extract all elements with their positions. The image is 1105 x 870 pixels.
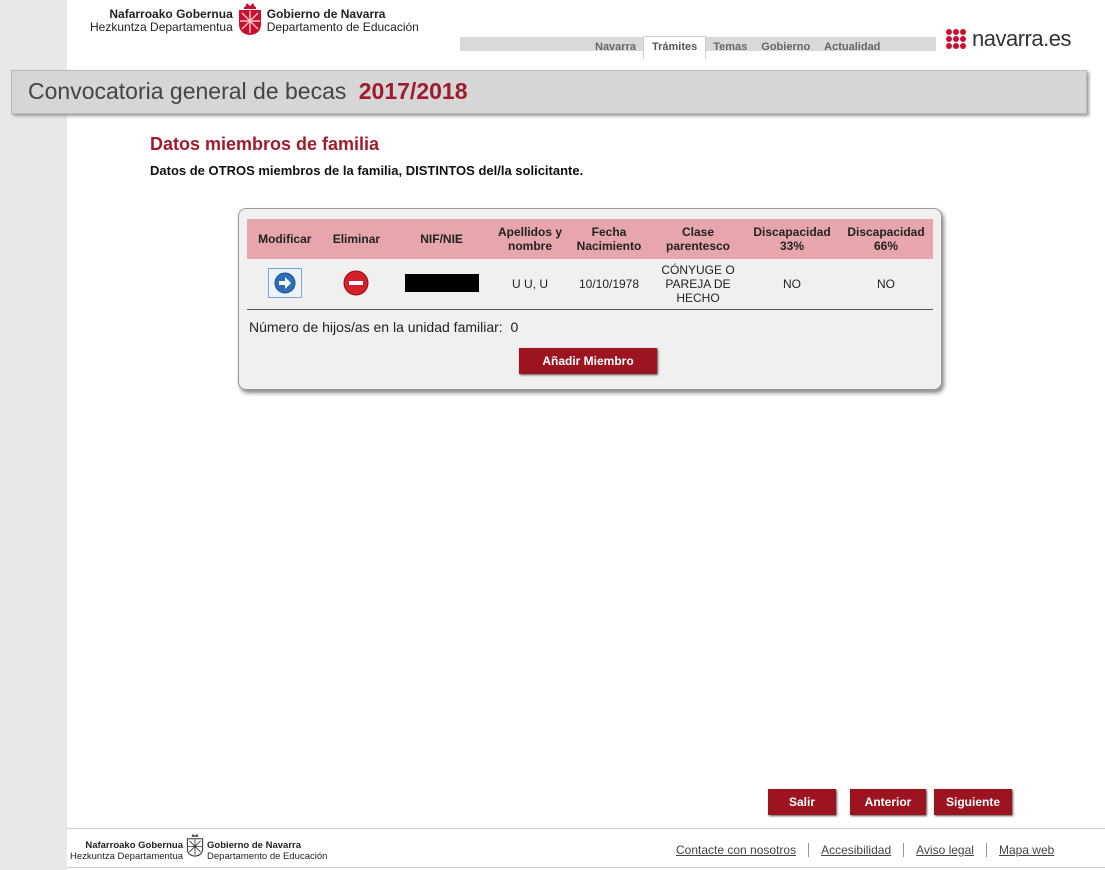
navarra-shield-icon [238,3,261,35]
section-title: Datos miembros de familia [150,134,380,154]
page-body [67,0,1105,870]
col-disc66: Discapacidad 66% [839,219,933,259]
footer-es-gov: Gobierno de Navarra [207,840,301,851]
col-disc33: Discapacidad 33% [745,219,839,259]
header-eus-dept: Hezkuntza Departamentua [90,20,233,34]
cell-disc66: NO [839,259,933,310]
nav-tramites[interactable]: Trámites [642,36,707,59]
nav-navarra[interactable]: Navarra [588,37,643,59]
cell-nif [390,259,493,310]
exit-button[interactable]: Salir [768,789,836,815]
footer-es-dept: Departamento de Educación [207,851,328,862]
col-modificar: Modificar [247,219,323,259]
col-nif: NIF/NIE [390,219,493,259]
navarra-dots-icon [946,29,966,49]
footer-divider [67,828,1105,829]
children-count: Número de hijos/as en la unidad familiar… [249,319,518,335]
header-es-dept: Departamento de Educación [266,20,419,34]
page-title: Convocatoria general de becas 2017/2018 [28,78,468,105]
page-title-text: Convocatoria general de becas [28,78,347,104]
footer-logo: Nafarroako Gobernua Hezkuntza Departamen… [70,833,328,862]
add-member-button[interactable]: Añadir Miembro [519,348,657,374]
footer-link-sitemap[interactable]: Mapa web [987,843,1054,857]
family-members-table: Modificar Eliminar NIF/NIE Apellidos y n… [247,219,933,310]
children-count-value: 0 [510,319,519,335]
cell-modificar [247,259,323,310]
previous-button[interactable]: Anterior [850,789,926,815]
page-title-year: 2017/2018 [358,78,468,104]
delete-icon[interactable] [343,270,369,296]
footer-link-accessibility[interactable]: Accesibilidad [809,843,905,857]
footer-eus-gov: Nafarroako Gobernua [85,840,184,851]
top-nav: Navarra Trámites Temas Gobierno Actualid… [588,36,887,59]
next-button[interactable]: Siguiente [934,789,1012,815]
cell-parentesco: CÓNYUGE O PAREJA DE HECHO [651,259,745,310]
redacted-nif [404,273,479,292]
footer-eus-dept: Hezkuntza Departamentua [70,851,184,862]
cell-eliminar [322,259,391,310]
nav-actualidad[interactable]: Actualidad [817,37,887,59]
edit-arrow-icon[interactable] [267,267,302,298]
footer-links: Contacte con nosotros Accesibilidad Avis… [676,843,1054,857]
footer-link-legal[interactable]: Aviso legal [904,843,987,857]
table-header-row: Modificar Eliminar NIF/NIE Apellidos y n… [247,219,933,259]
header-logo[interactable]: Nafarroako Gobernua Hezkuntza Departamen… [90,3,419,36]
brand-text: navarra.es [972,26,1071,51]
footer-link-contact[interactable]: Contacte con nosotros [676,843,810,857]
col-nombre: Apellidos y nombre [493,219,567,259]
col-fecha: Fecha Nacimiento [567,219,651,259]
nav-gobierno[interactable]: Gobierno [754,37,817,59]
footer-bottom-line [67,867,1105,868]
cell-nombre: U U, U [493,259,567,310]
cell-fecha: 10/10/1978 [567,259,651,310]
page-title-bar: Convocatoria general de becas 2017/2018 [11,70,1087,114]
footer-shield-icon [186,833,204,857]
section-subtitle: Datos de OTROS miembros de la familia, D… [150,163,584,178]
col-eliminar: Eliminar [322,219,391,259]
navarra-es-logo[interactable]: navarra.es [946,26,1071,52]
nav-temas[interactable]: Temas [706,37,754,59]
table-row: U U, U 10/10/1978 CÓNYUGE O PAREJA DE HE… [247,259,933,310]
children-count-label: Número de hijos/as en la unidad familiar… [249,319,503,335]
col-parentesco: Clase parentesco [651,219,745,259]
cell-disc33: NO [745,259,839,310]
family-members-panel: Modificar Eliminar NIF/NIE Apellidos y n… [238,208,942,390]
